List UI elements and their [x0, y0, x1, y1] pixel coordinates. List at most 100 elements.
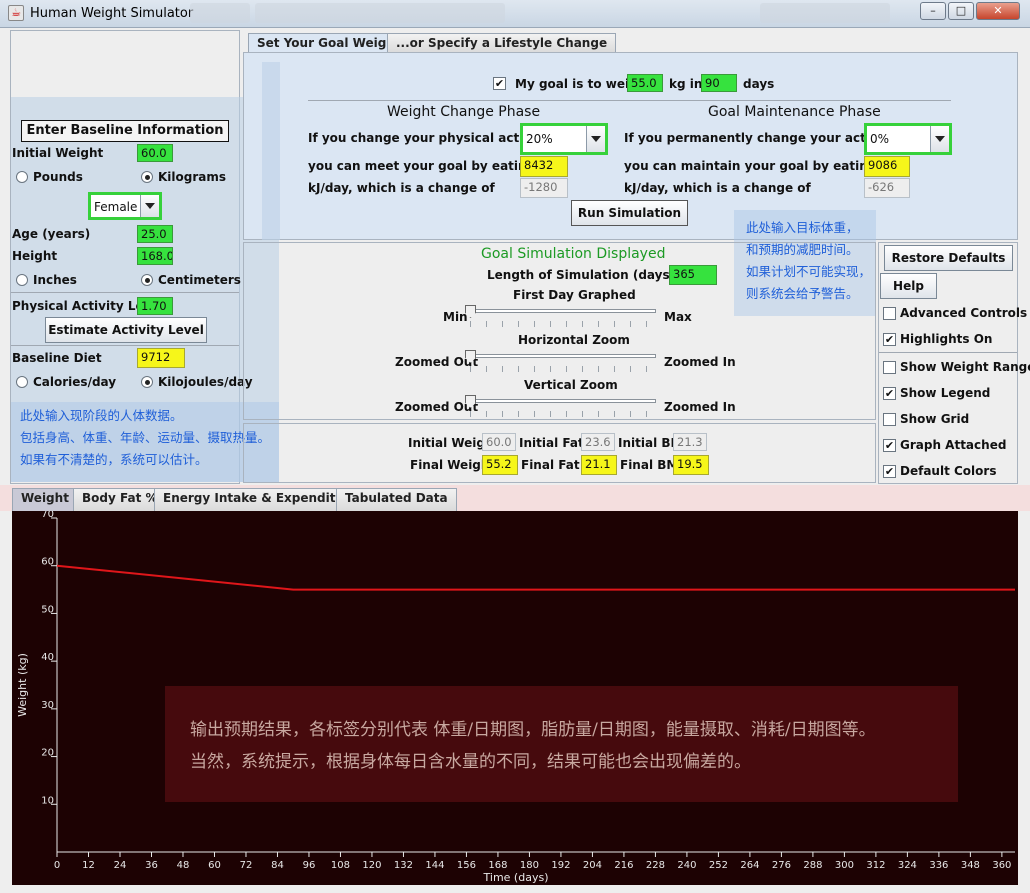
kilograms-label: Kilograms	[158, 170, 227, 184]
java-cup-icon: ☕	[8, 5, 24, 21]
days-label: days	[743, 77, 775, 91]
help-button[interactable]: Help	[880, 273, 937, 299]
goal-highlight	[262, 62, 280, 240]
x-tick-label: 156	[457, 860, 476, 871]
y-tick-label: 40	[41, 652, 54, 663]
maximize-button[interactable]: □	[948, 2, 974, 20]
goal-checkbox[interactable]: ✔	[493, 77, 506, 90]
minimize-button[interactable]: –	[920, 2, 946, 20]
x-tick-label: 276	[772, 860, 791, 871]
x-tick-label: 192	[551, 860, 570, 871]
initial-weight-result: 60.0	[482, 433, 516, 451]
first-day-slider[interactable]	[466, 309, 656, 313]
horizontal-zoom-label: Horizontal Zoom	[518, 333, 630, 347]
horizontal-zoom-slider[interactable]	[466, 354, 656, 358]
first-day-label: First Day Graphed	[513, 288, 636, 302]
x-tick-label: 360	[992, 860, 1011, 871]
pounds-label: Pounds	[33, 170, 83, 184]
weight-range-label: Show Weight Range	[900, 360, 1030, 374]
y-tick-label: 30	[41, 700, 54, 711]
x-tick-label: 180	[520, 860, 539, 871]
baseline-diet-label: Baseline Diet	[12, 351, 102, 365]
kilograms-radio[interactable]	[141, 171, 153, 183]
default-colors-checkbox[interactable]: ✔	[883, 465, 896, 478]
y-tick-label: 60	[41, 557, 54, 568]
age-field[interactable]: 25.0	[137, 225, 173, 243]
highlights-checkbox[interactable]: ✔	[883, 333, 896, 346]
slider-ticks	[470, 321, 652, 327]
kilojoules-radio[interactable]	[141, 376, 153, 388]
change-activity-dropdown-arrow[interactable]	[586, 126, 605, 152]
tab-body-fat[interactable]: Body Fat %	[73, 488, 167, 511]
calories-radio[interactable]	[16, 376, 28, 388]
gender-dropdown-arrow[interactable]	[140, 195, 159, 217]
annotation-line: 此处输入目标体重，	[746, 220, 859, 235]
inches-radio[interactable]	[16, 274, 28, 286]
divider	[11, 345, 239, 346]
pounds-radio[interactable]	[16, 171, 28, 183]
simulation-length-field[interactable]: 365	[669, 265, 717, 285]
weight-change-phase-title: Weight Change Phase	[387, 104, 541, 120]
initial-weight-field[interactable]: 60.0	[137, 144, 173, 162]
activity-level-field[interactable]: 1.70	[137, 297, 173, 315]
close-button[interactable]: ✕	[976, 2, 1020, 20]
goal-days-field[interactable]: 90	[701, 74, 737, 92]
weight-range-checkbox[interactable]	[883, 361, 896, 374]
perm-activity-dropdown-arrow[interactable]	[930, 126, 949, 152]
tab-lifestyle-change[interactable]: ...or Specify a Lifestyle Change	[387, 33, 617, 53]
baseline-diet-field[interactable]: 9712	[137, 348, 185, 368]
gender-select[interactable]: Female	[88, 192, 162, 220]
maintain-goal-field: 9086	[864, 156, 910, 177]
highlights-label: Highlights On	[900, 332, 993, 346]
goal-simulation-title: Goal Simulation Displayed	[481, 246, 666, 262]
x-tick-label: 24	[114, 860, 127, 871]
vertical-zoom-slider[interactable]	[466, 399, 656, 403]
y-tick-label: 50	[41, 604, 54, 615]
y-tick-label: 70	[41, 511, 54, 520]
height-field[interactable]: 168.0	[137, 247, 173, 265]
perm-activity-select[interactable]: 0%	[864, 123, 952, 155]
x-tick-label: 60	[208, 860, 221, 871]
change-activity-select[interactable]: 20%	[520, 123, 608, 155]
tab-set-goal-weight[interactable]: Set Your Goal Weight	[248, 33, 410, 53]
x-tick-label: 240	[677, 860, 696, 871]
x-tick-label: 312	[866, 860, 885, 871]
x-axis-label: Time (days)	[483, 871, 549, 884]
maintain-goal-label: you can maintain your goal by eating	[624, 159, 877, 173]
tab-weight[interactable]: Weight	[12, 488, 78, 511]
centimeters-label: Centimeters	[158, 273, 241, 287]
centimeters-radio[interactable]	[141, 274, 153, 286]
gender-value: Female	[94, 200, 138, 214]
window-title: Human Weight Simulator	[30, 6, 194, 21]
annotation-line: 包括身高、体重、年龄、运动量、摄取热量。	[20, 430, 271, 445]
final-bmi-result: 19.5	[673, 455, 709, 475]
chevron-down-icon	[591, 136, 601, 142]
x-tick-label: 108	[331, 860, 350, 871]
kilojoules-label: Kilojoules/day	[158, 375, 253, 389]
goal-weight-field[interactable]: 55.0	[627, 74, 663, 92]
graph-attached-label: Graph Attached	[900, 438, 1007, 452]
divider	[11, 292, 239, 293]
advanced-controls-checkbox[interactable]	[883, 307, 896, 320]
x-tick-label: 96	[303, 860, 316, 871]
y-tick-label: 20	[41, 748, 54, 759]
x-tick-label: 204	[583, 860, 602, 871]
x-tick-label: 132	[394, 860, 413, 871]
slider-ticks	[470, 366, 652, 372]
tab-tabulated-data[interactable]: Tabulated Data	[336, 488, 457, 511]
kg-in-label: kg in	[669, 77, 703, 91]
x-tick-label: 168	[488, 860, 507, 871]
max-label: Max	[664, 310, 692, 324]
change-kj-field: -1280	[520, 178, 568, 198]
run-simulation-button[interactable]: Run Simulation	[571, 200, 688, 226]
x-tick-label: 264	[740, 860, 759, 871]
blurred-toolbar	[760, 3, 890, 23]
estimate-activity-button[interactable]: Estimate Activity Level	[45, 317, 207, 343]
grid-checkbox[interactable]	[883, 413, 896, 426]
graph-attached-checkbox[interactable]: ✔	[883, 439, 896, 452]
x-tick-label: 300	[835, 860, 854, 871]
grid-label: Show Grid	[900, 412, 970, 426]
legend-checkbox[interactable]: ✔	[883, 387, 896, 400]
restore-defaults-button[interactable]: Restore Defaults	[884, 245, 1013, 271]
final-fat-result: 21.1	[581, 455, 617, 475]
